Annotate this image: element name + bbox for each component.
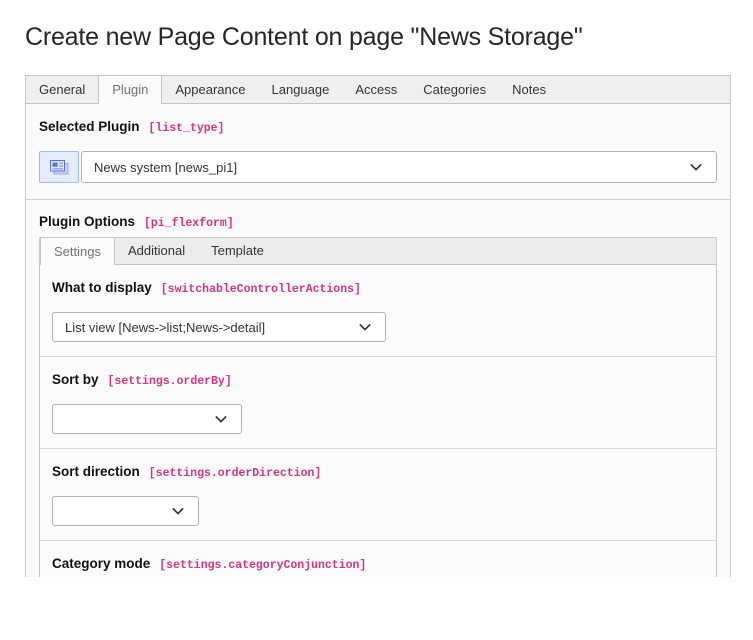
field-label-row: What to display [switchableControllerActi… [52,279,704,299]
selected-plugin-value: News system [news_pi1] [94,160,237,175]
selected-plugin-label-row: Selected Plugin [list_type] [39,118,717,138]
chevron-down-icon [358,321,372,333]
field-select-sort-by[interactable] [52,404,242,434]
selected-plugin-section: Selected Plugin [list_type] News system [… [26,104,730,200]
main-tabbar: GeneralPluginAppearanceLanguageAccessCat… [26,76,730,104]
tab-language[interactable]: Language [259,76,343,103]
field-section-sort-by: Sort by [settings.orderBy] [40,356,716,448]
field-code: [settings.orderBy] [108,375,232,388]
newspaper-icon [39,151,79,183]
field-code: [switchableControllerActions] [161,283,361,296]
plugin-options-section: Plugin Options [pi_flexform] SettingsAddi… [26,200,730,577]
field-label-row: Sort direction [settings.orderDirection] [52,463,704,483]
selected-plugin-code: [list_type] [149,122,225,135]
subtab-settings[interactable]: Settings [40,237,115,265]
field-label: Category mode [52,556,150,571]
field-select-sort-direction[interactable] [52,496,199,526]
page-title: Create new Page Content on page "News St… [0,0,753,52]
form-panel: GeneralPluginAppearanceLanguageAccessCat… [25,75,731,577]
plugin-options-label: Plugin Options [39,214,135,229]
flexform-tabbar: SettingsAdditionalTemplate [39,237,717,264]
tab-notes[interactable]: Notes [499,76,559,103]
tab-categories[interactable]: Categories [410,76,499,103]
field-code: [settings.categoryConjunction] [159,559,366,572]
field-select-value [65,412,69,427]
field-section-category-mode: Category mode [settings.categoryConjuncti… [40,540,716,577]
selected-plugin-input-group: News system [news_pi1] [39,151,717,183]
chevron-down-icon [214,413,228,425]
field-select-what-to-display[interactable]: List view [News->list;News->detail] [52,312,386,342]
field-label: What to display [52,280,152,295]
plugin-options-label-row: Plugin Options [pi_flexform] [39,213,717,233]
selected-plugin-label: Selected Plugin [39,119,140,134]
chevron-down-icon [171,505,185,517]
settings-tab-panel: What to display [switchableControllerActi… [39,264,717,577]
subtab-template[interactable]: Template [198,238,277,264]
field-code: [settings.orderDirection] [149,467,322,480]
field-label: Sort by [52,372,99,387]
field-section-sort-direction: Sort direction [settings.orderDirection] [40,448,716,540]
tab-access[interactable]: Access [342,76,410,103]
panel-body: Selected Plugin [list_type] News system [… [26,104,730,577]
tab-general[interactable]: General [26,76,98,103]
tab-plugin[interactable]: Plugin [98,75,162,104]
tab-appearance[interactable]: Appearance [162,76,258,103]
chevron-down-icon [689,161,703,173]
subtab-additional[interactable]: Additional [115,238,198,264]
field-select-value: List view [News->list;News->detail] [65,320,265,335]
field-label-row: Sort by [settings.orderBy] [52,371,704,391]
selected-plugin-select[interactable]: News system [news_pi1] [81,151,717,183]
field-select-value [65,504,69,519]
field-section-what-to-display: What to display [switchableControllerActi… [40,265,716,356]
field-label: Sort direction [52,464,140,479]
plugin-options-code: [pi_flexform] [144,217,234,230]
field-label-row: Category mode [settings.categoryConjuncti… [52,555,704,575]
